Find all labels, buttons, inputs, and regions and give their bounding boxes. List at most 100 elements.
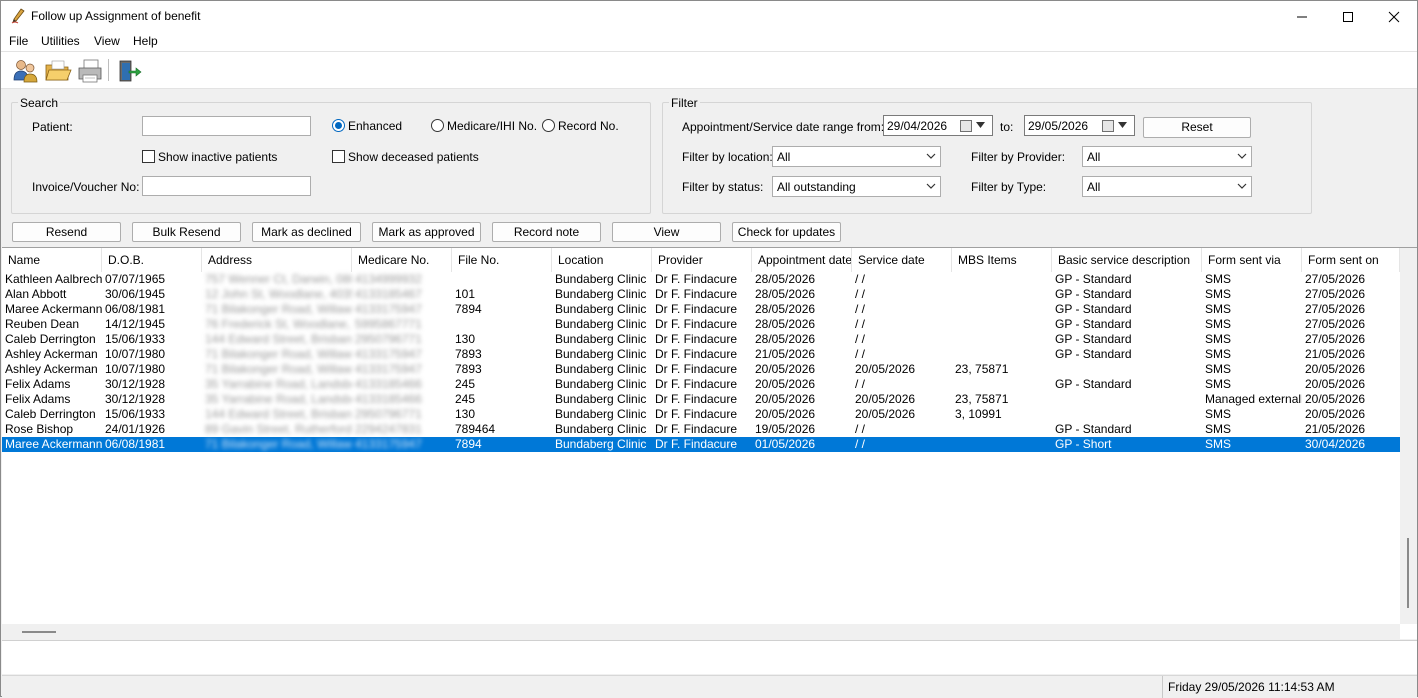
table-cell: Ashley Ackerman	[5, 347, 98, 361]
date-from-picker[interactable]: 29/04/2026	[883, 115, 993, 136]
table-row[interactable]: Rose Bishop 24/01/1926 89 Gavin Street, Ru…	[2, 422, 1400, 437]
column-header[interactable]: Address	[202, 248, 352, 272]
table-row[interactable]: Caleb Derrington 15/06/1933 144 Edward Str…	[2, 407, 1400, 422]
radio-medicare-label[interactable]: Medicare/IHI No.	[447, 119, 537, 133]
menu-view[interactable]: View	[94, 34, 120, 48]
table-row[interactable]: Felix Adams 30/12/1928 35 Yarrabine Road, …	[2, 377, 1400, 392]
table-row[interactable]: Alan Abbott 30/06/1945 12 John St, Woodlan…	[2, 287, 1400, 302]
table-cell: 28/05/2026	[755, 302, 816, 316]
patients-button[interactable]	[12, 58, 40, 84]
date-to-picker[interactable]: 29/05/2026	[1024, 115, 1135, 136]
type-value: All	[1087, 180, 1101, 194]
record-note-button[interactable]: Record note	[492, 222, 601, 242]
invoice-input[interactable]	[142, 176, 311, 196]
results-grid[interactable]: Name D.O.B. Address Medicare No. File No. Loc…	[2, 247, 1417, 639]
reset-button[interactable]: Reset	[1143, 117, 1251, 138]
column-header[interactable]: Form sent on	[1302, 248, 1400, 272]
provider-select[interactable]: All	[1082, 146, 1252, 167]
table-cell: 27/05/2026	[1305, 302, 1366, 316]
mark-approved-button[interactable]: Mark as approved	[372, 222, 481, 242]
mark-declined-button[interactable]: Mark as declined	[252, 222, 361, 242]
table-cell: 35 Yarrabine Road, Landsborough	[205, 377, 352, 391]
table-cell: Dr F. Findacure	[655, 392, 738, 406]
table-cell: 27/05/2026	[1305, 272, 1366, 286]
table-row[interactable]: Reuben Dean 14/12/1945 76 Frederick St, Wo…	[2, 317, 1400, 332]
print-button[interactable]	[76, 58, 104, 84]
table-cell: Maree Ackermann	[5, 437, 102, 451]
check-updates-button[interactable]: Check for updates	[732, 222, 841, 242]
column-header[interactable]: D.O.B.	[102, 248, 202, 272]
radio-medicare[interactable]	[431, 119, 444, 132]
table-row[interactable]: Maree Ackermann 06/08/1981 71 Bilakonger R…	[2, 302, 1400, 317]
table-cell: / /	[855, 347, 866, 361]
column-header[interactable]: MBS Items	[952, 248, 1052, 272]
view-button[interactable]: View	[612, 222, 721, 242]
status-select[interactable]: All outstanding	[772, 176, 941, 197]
table-row[interactable]: Ashley Ackerman 10/07/1980 71 Bilakonger R…	[2, 347, 1400, 362]
table-cell: 10/07/1980	[105, 362, 166, 376]
table-cell: 71 Bilakonger Road, Willawong	[205, 347, 352, 361]
exit-button[interactable]	[115, 58, 143, 84]
vertical-scrollbar[interactable]	[1400, 248, 1417, 624]
show-deceased-checkbox[interactable]	[332, 150, 345, 163]
table-cell: 10/07/1980	[105, 347, 166, 361]
column-header[interactable]: File No.	[452, 248, 552, 272]
open-button[interactable]	[44, 58, 72, 84]
table-cell: 28/05/2026	[755, 272, 816, 286]
location-select[interactable]: All	[772, 146, 941, 167]
resend-button[interactable]: Resend	[12, 222, 121, 242]
table-row[interactable]: Kathleen Aalbrecht 07/07/1965 757 Wenner C…	[2, 272, 1400, 287]
horizontal-scrollbar[interactable]	[2, 624, 1400, 639]
column-header[interactable]: Name	[2, 248, 102, 272]
radio-record-label[interactable]: Record No.	[558, 119, 619, 133]
bulk-resend-button[interactable]: Bulk Resend	[132, 222, 241, 242]
maximize-button[interactable]	[1325, 1, 1371, 32]
column-header[interactable]: Appointment date	[752, 248, 852, 272]
horizontal-scroll-thumb[interactable]	[22, 631, 56, 633]
radio-record[interactable]	[542, 119, 555, 132]
type-select[interactable]: All	[1082, 176, 1252, 197]
exit-icon	[119, 60, 142, 82]
menu-utilities[interactable]: Utilities	[41, 34, 80, 48]
table-cell: Alan Abbott	[5, 287, 67, 301]
toolbar-separator	[108, 59, 109, 81]
table-cell: Caleb Derrington	[5, 332, 96, 346]
table-cell: 20/05/2026	[755, 362, 816, 376]
table-cell: SMS	[1205, 362, 1232, 376]
column-header[interactable]: Medicare No.	[352, 248, 452, 272]
show-inactive-label[interactable]: Show inactive patients	[158, 150, 277, 164]
table-cell	[952, 377, 1052, 392]
show-deceased-label[interactable]: Show deceased patients	[348, 150, 479, 164]
radio-enhanced-label[interactable]: Enhanced	[348, 119, 402, 133]
close-button[interactable]	[1371, 1, 1417, 32]
table-cell: 28/05/2026	[755, 317, 816, 331]
vertical-scroll-thumb[interactable]	[1407, 538, 1409, 608]
table-cell: Dr F. Findacure	[655, 347, 738, 361]
table-cell: GP - Short	[1055, 437, 1112, 451]
table-cell: 144 Edward Street, Brisbane, 4	[205, 332, 352, 346]
minimize-button[interactable]	[1279, 1, 1325, 32]
column-header[interactable]: Form sent via	[1202, 248, 1302, 272]
table-row[interactable]: Maree Ackermann 06/08/1981 71 Bilakonger R…	[2, 437, 1400, 452]
column-header[interactable]: Basic service description	[1052, 248, 1202, 272]
table-row[interactable]: Ashley Ackerman 10/07/1980 71 Bilakonger R…	[2, 362, 1400, 377]
table-cell: 4133185467	[355, 287, 422, 301]
table-cell: 27/05/2026	[1305, 332, 1366, 346]
show-inactive-checkbox[interactable]	[142, 150, 155, 163]
menu-help[interactable]: Help	[133, 34, 158, 48]
table-cell: SMS	[1205, 332, 1232, 346]
column-header[interactable]: Provider	[652, 248, 752, 272]
status-value: All outstanding	[777, 180, 856, 194]
radio-enhanced[interactable]	[332, 119, 345, 132]
status-label: Filter by status:	[682, 180, 764, 194]
column-header[interactable]: Service date	[852, 248, 952, 272]
table-cell: 245	[455, 392, 476, 406]
table-row[interactable]: Caleb Derrington 15/06/1933 144 Edward Str…	[2, 332, 1400, 347]
column-header[interactable]: Location	[552, 248, 652, 272]
table-cell: SMS	[1205, 437, 1232, 451]
menu-file[interactable]: File	[9, 34, 28, 48]
patients-icon	[13, 60, 38, 83]
patient-input[interactable]	[142, 116, 311, 136]
table-row[interactable]: Felix Adams 30/12/1928 35 Yarrabine Road, …	[2, 392, 1400, 407]
table-cell: 5995867771	[355, 317, 422, 331]
